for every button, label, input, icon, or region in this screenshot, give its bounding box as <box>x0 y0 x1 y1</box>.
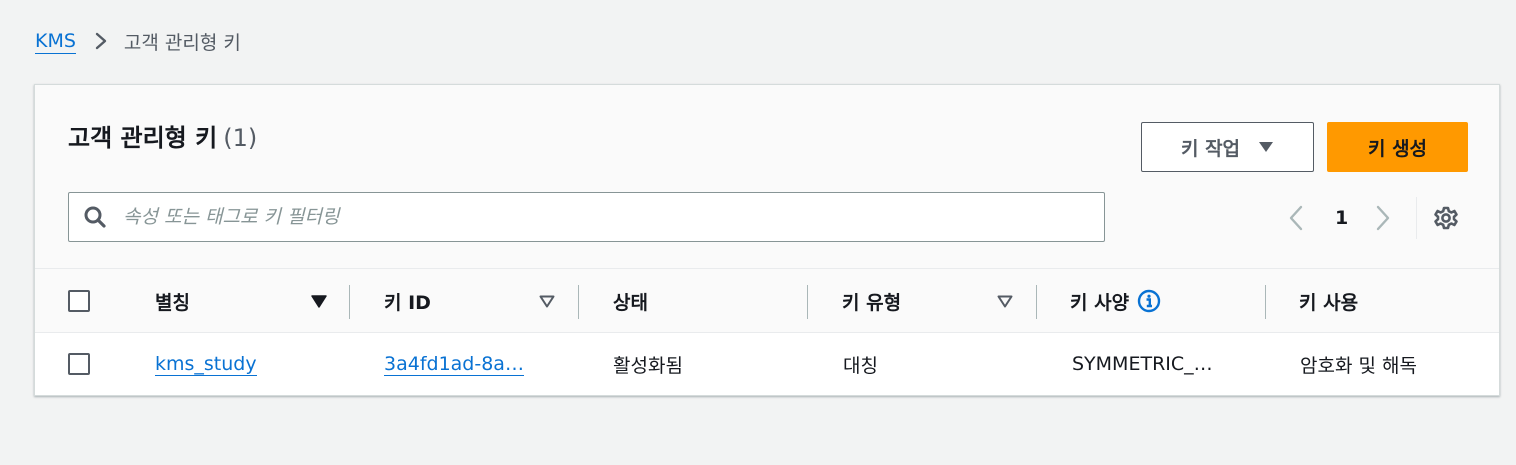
select-all-checkbox[interactable] <box>68 290 90 312</box>
table-header: 별칭 키 ID 상태 키 유형 키 사양 키 사용 <box>35 269 1499 333</box>
panel-header: 고객 관리형 키(1) 키 작업 키 생성 1 <box>35 85 1499 269</box>
column-separator[interactable] <box>807 285 808 319</box>
key-spec-cell: SYMMETRIC_… <box>1072 353 1213 375</box>
key-actions-button[interactable]: 키 작업 <box>1141 122 1314 172</box>
next-page-icon[interactable] <box>1372 204 1394 232</box>
search-icon <box>83 205 107 229</box>
key-actions-label: 키 작업 <box>1180 137 1241 160</box>
alias-cell: kms_study <box>155 333 257 395</box>
status-cell: 활성화됨 <box>613 354 683 377</box>
breadcrumb: KMS 고객 관리형 키 <box>35 28 241 54</box>
filter-search-box <box>68 192 1105 242</box>
key-id-cell: 3a4fd1ad-8a… <box>384 333 524 395</box>
column-header-key-type[interactable]: 키 유형 <box>842 269 901 333</box>
gear-icon[interactable] <box>1433 205 1459 231</box>
column-separator[interactable] <box>578 285 579 319</box>
alias-link[interactable]: kms_study <box>155 353 257 376</box>
pagination-divider <box>1416 197 1418 239</box>
column-header-key-spec[interactable]: 키 사양 <box>1070 269 1161 333</box>
sort-down-outline-icon[interactable] <box>996 292 1014 310</box>
caret-down-icon <box>1258 141 1274 153</box>
column-header-key-id[interactable]: 키 ID <box>384 269 431 333</box>
panel-title-text: 고객 관리형 키 <box>68 124 218 152</box>
sort-down-icon[interactable] <box>310 292 328 310</box>
key-id-link[interactable]: 3a4fd1ad-8a… <box>384 353 524 376</box>
column-header-alias[interactable]: 별칭 <box>155 269 190 333</box>
pagination: 1 <box>1285 197 1418 239</box>
column-header-status[interactable]: 상태 <box>613 269 648 333</box>
key-usage-cell: 암호화 및 해독 <box>1300 354 1417 377</box>
column-header-key-usage[interactable]: 키 사용 <box>1299 269 1358 333</box>
create-key-button[interactable]: 키 생성 <box>1327 122 1468 172</box>
breadcrumb-current: 고객 관리형 키 <box>123 31 241 54</box>
column-separator[interactable] <box>349 285 350 319</box>
key-count: (1) <box>223 124 258 152</box>
breadcrumb-link-kms[interactable]: KMS <box>35 29 76 54</box>
key-type-cell: 대칭 <box>843 354 878 377</box>
customer-managed-keys-panel: 고객 관리형 키(1) 키 작업 키 생성 1 <box>34 84 1500 396</box>
column-separator[interactable] <box>1036 285 1037 319</box>
search-input[interactable] <box>123 206 1083 228</box>
current-page-number[interactable]: 1 <box>1335 207 1348 229</box>
chevron-right-icon <box>91 31 111 51</box>
key-spec-label: 키 사양 <box>1070 291 1130 314</box>
column-separator[interactable] <box>1265 285 1266 319</box>
table-row: kms_study 3a4fd1ad-8a… 활성화됨 대칭 SYMMETRIC… <box>35 333 1499 395</box>
row-checkbox[interactable] <box>68 353 90 375</box>
info-icon[interactable] <box>1137 289 1161 313</box>
sort-down-outline-icon[interactable] <box>538 292 556 310</box>
previous-page-icon[interactable] <box>1285 204 1307 232</box>
page-title: 고객 관리형 키 (1) <box>68 118 257 153</box>
